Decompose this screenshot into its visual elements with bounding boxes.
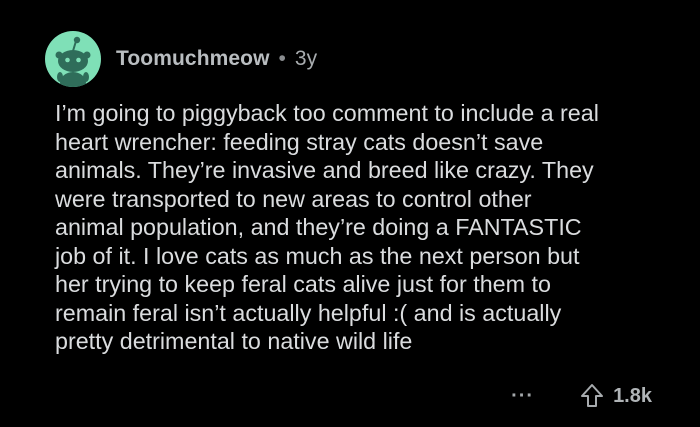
comment-body-line: her trying to keep feral cats alive just… [55, 271, 551, 297]
comment-body-line: animals. They’re invasive and breed like… [55, 157, 594, 183]
upvote-arrow-icon [581, 384, 604, 407]
comment-body-line: heart wrencher: feeding stray cats doesn… [55, 128, 544, 155]
comment: Toomuchmeow • 3y I’m going to piggyback … [0, 0, 700, 427]
more-options-icon[interactable]: ··· [511, 386, 534, 406]
comment-body-line: job of it. I love cats as much as the ne… [55, 242, 580, 269]
comment-body: I’m going to piggyback too comment to in… [55, 99, 675, 356]
snoo-avatar-icon [55, 36, 91, 87]
upvote-button[interactable]: 1.8k [580, 383, 652, 409]
comment-body-line: I’m going to piggyback too comment to in… [55, 100, 599, 126]
meta-separator: • [278, 47, 286, 70]
comment-body-line: animal population, and they’re doing a F… [55, 214, 582, 240]
comment-age: 3y [294, 47, 318, 70]
comment-header: Toomuchmeow • 3y [45, 31, 317, 87]
upvote-count: 1.8k [613, 384, 652, 407]
avatar[interactable] [45, 31, 101, 87]
author-username[interactable]: Toomuchmeow [116, 47, 270, 71]
comment-body-line: were transported to new areas to control… [55, 185, 532, 212]
comment-body-line: remain feral isn’t actually helpful :( a… [55, 299, 562, 326]
comment-body-line: pretty detrimental to native wild life [55, 328, 413, 354]
comment-meta: Toomuchmeow • 3y [116, 47, 317, 71]
comment-actions: ··· 1.8k [511, 380, 652, 412]
